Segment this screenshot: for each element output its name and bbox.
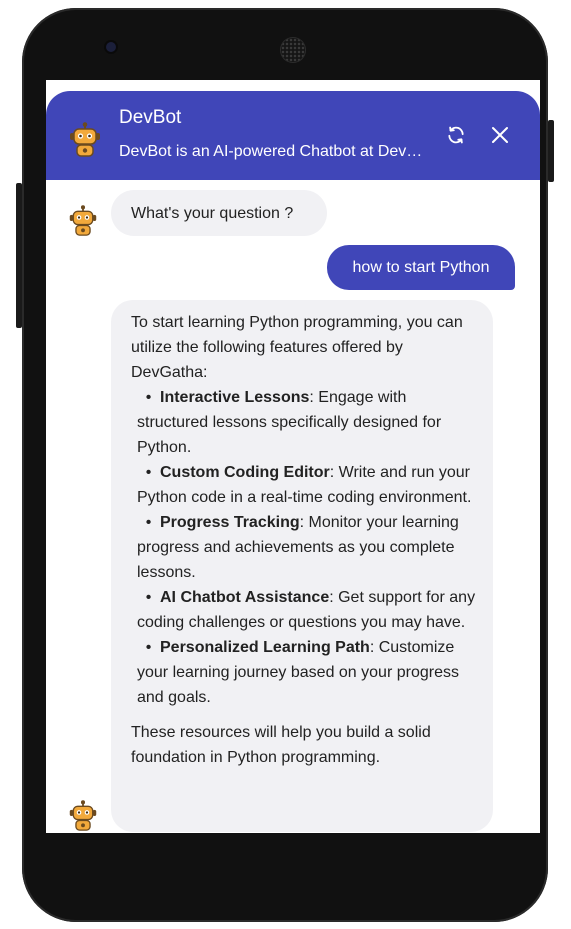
power-button: [548, 120, 554, 182]
bot-avatar-icon: [68, 800, 98, 833]
chat-subtitle: DevBot is an AI-powered Chatbot at DevGa…: [119, 143, 434, 160]
list-item: • AI Chatbot Assistance: Get support for …: [137, 589, 476, 631]
volume-button: [16, 183, 22, 328]
front-camera: [106, 42, 116, 52]
earpiece-speaker: [281, 38, 305, 62]
bot-avatar-icon: [68, 205, 98, 242]
screen: DevBot DevBot is an AI-powered Chatbot a…: [46, 80, 540, 833]
bot-message: What's your question ?: [111, 190, 327, 236]
list-item: • Custom Coding Editor: Write and run you…: [137, 464, 472, 506]
feature-list: • Interactive Lessons: Engage with struct…: [131, 385, 481, 710]
robot-icon: [68, 122, 102, 163]
user-message-text: how to start Python: [352, 258, 490, 276]
bot-message-text: What's your question ?: [131, 204, 294, 222]
answer-intro: To start learning Python programming, yo…: [131, 314, 463, 381]
close-icon: [491, 126, 509, 149]
chat-title: DevBot: [119, 107, 182, 128]
bot-answer: To start learning Python programming, yo…: [111, 300, 493, 832]
user-message: how to start Python: [327, 245, 515, 290]
chat-header: DevBot DevBot is an AI-powered Chatbot a…: [46, 91, 540, 180]
answer-outro: These resources will help you build a so…: [131, 724, 431, 766]
list-item: • Interactive Lessons: Engage with struct…: [137, 389, 442, 456]
phone-frame: DevBot DevBot is an AI-powered Chatbot a…: [16, 8, 554, 922]
list-item: • Progress Tracking: Monitor your learnin…: [137, 514, 459, 581]
close-button[interactable]: [486, 123, 514, 151]
chat-body[interactable]: What's your question ? how to start Pyth…: [46, 180, 540, 833]
list-item: • Personalized Learning Path: Customize y…: [137, 639, 459, 706]
refresh-button[interactable]: [442, 123, 470, 151]
refresh-icon: [446, 125, 466, 150]
